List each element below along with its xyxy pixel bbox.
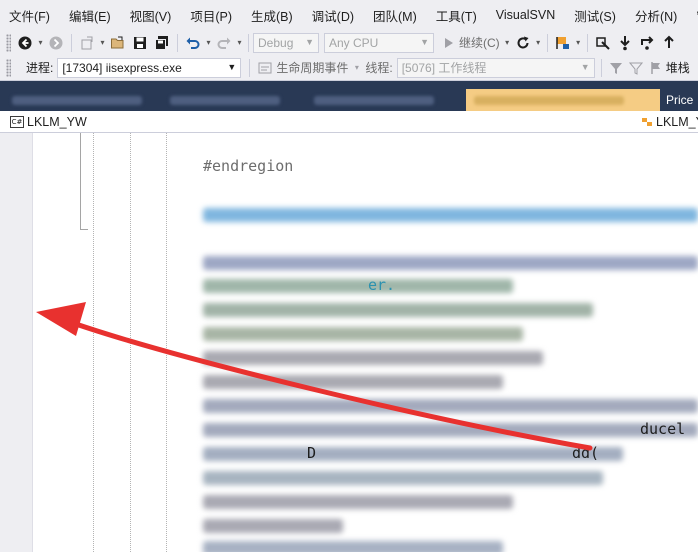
annotation-arrow-shaft [67,319,593,451]
annotation-arrow-head [36,302,86,336]
annotation-arrow [36,302,593,451]
